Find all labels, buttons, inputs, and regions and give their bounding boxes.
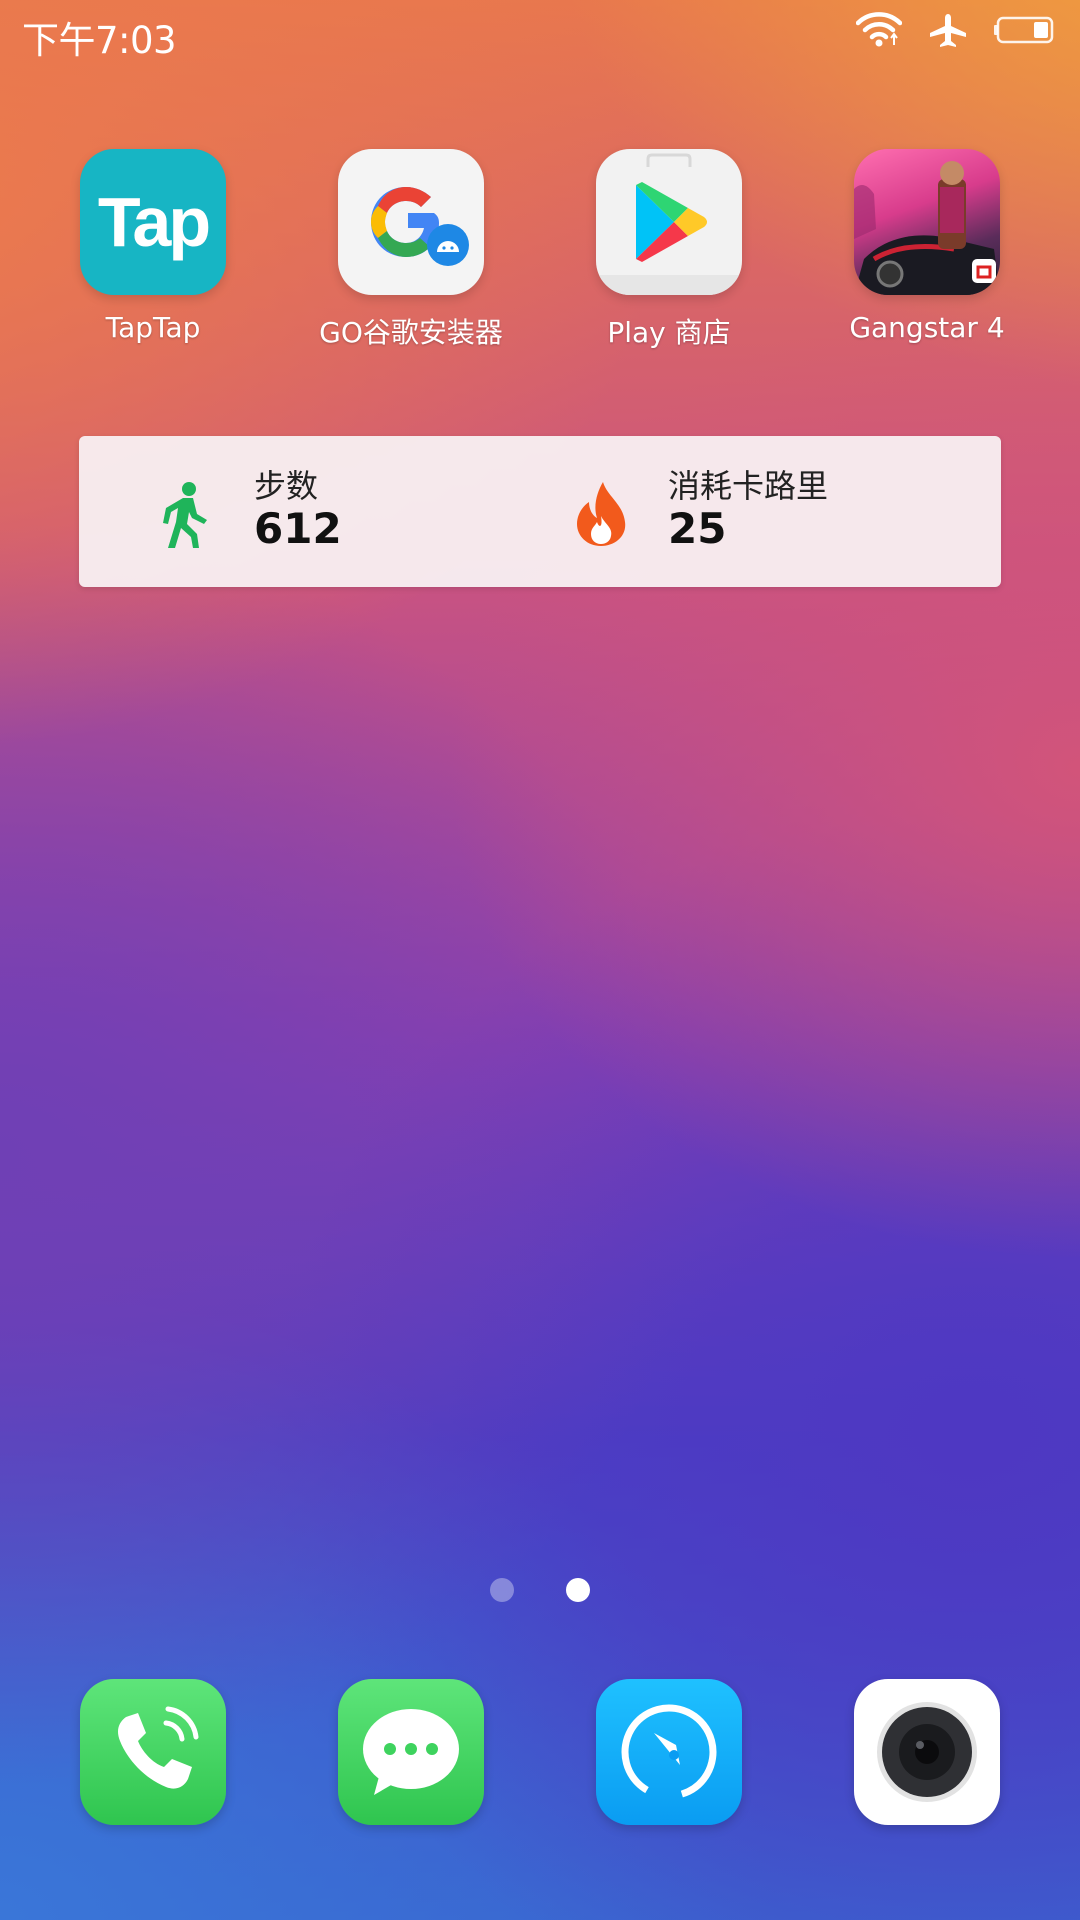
wifi-icon (856, 12, 902, 48)
walking-icon (159, 482, 211, 552)
app-label: Play 商店 (607, 316, 731, 349)
steps-metric: 步数 612 (254, 466, 342, 552)
health-widget[interactable]: 步数 612 消耗卡路里 25 (79, 436, 1001, 587)
taptap-icon: Tap (80, 149, 226, 295)
dock-phone[interactable] (80, 1679, 226, 1825)
calories-value: 25 (668, 504, 727, 553)
flame-icon (573, 482, 629, 550)
app-play-store[interactable]: Play 商店 (559, 149, 779, 351)
status-bar: 下午7:03 (0, 0, 1080, 66)
play-store-icon (596, 149, 742, 295)
dock-messages[interactable] (338, 1679, 484, 1825)
steps-value: 612 (254, 504, 342, 553)
app-label: Gangstar 4 (849, 311, 1005, 344)
status-time: 下午7:03 (22, 19, 177, 62)
dock-camera[interactable] (854, 1679, 1000, 1825)
calories-metric: 消耗卡路里 25 (668, 466, 828, 552)
camera-icon (854, 1702, 1000, 1825)
airplane-mode-icon (928, 12, 968, 48)
app-taptap[interactable]: Tap TapTap (43, 149, 263, 344)
app-gangstar[interactable]: Gangstar 4 (817, 149, 1037, 344)
taptap-logo-text: Tap (97, 183, 211, 261)
app-label: GO谷歌安装器 (319, 316, 503, 349)
steps-label: 步数 (254, 467, 319, 505)
page-dot-1[interactable] (490, 1578, 514, 1602)
phone-icon (80, 1706, 226, 1825)
gangstar-icon (854, 149, 1000, 295)
app-label: TapTap (105, 311, 201, 344)
battery-icon (994, 15, 1056, 45)
messages-icon (338, 1709, 484, 1825)
calories-label: 消耗卡路里 (668, 467, 829, 505)
app-go-google-installer[interactable]: GO谷歌安装器 (301, 149, 521, 351)
dock-browser[interactable] (596, 1679, 742, 1825)
browser-icon (596, 1704, 742, 1825)
go-google-installer-icon (338, 149, 484, 295)
status-icons (856, 12, 1056, 48)
page-dot-2-active[interactable] (566, 1578, 590, 1602)
